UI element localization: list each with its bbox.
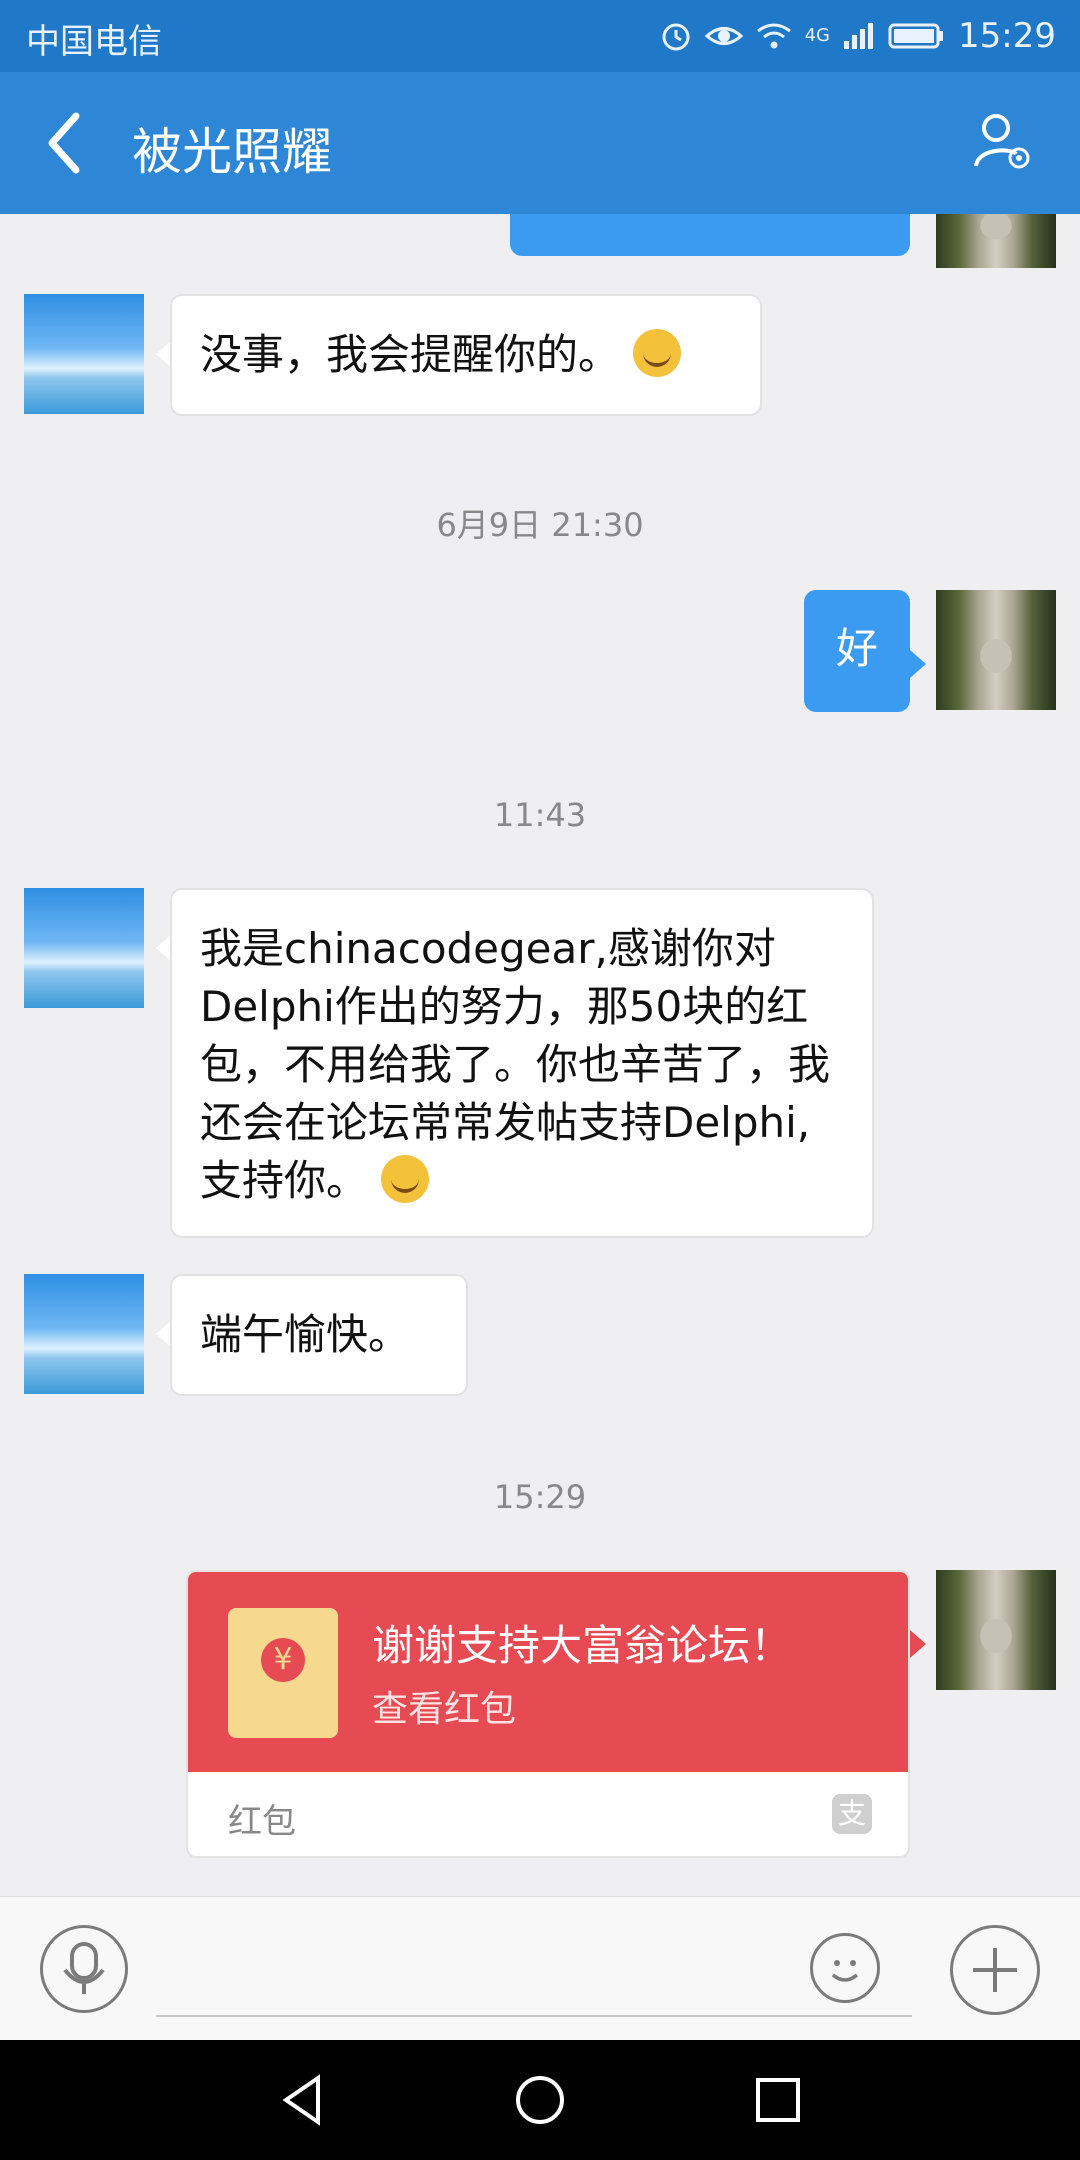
status-icons: 4G 15:29 (659, 12, 1056, 60)
microphone-icon (63, 1942, 105, 1994)
message-bubble[interactable]: 我是chinacodegear,感谢你对Delphi作出的努力，那50块的红包，… (170, 888, 874, 1238)
bubble-tail (910, 650, 926, 678)
smiley-icon (831, 1960, 859, 1982)
bubble-tail (910, 1630, 926, 1658)
plus-icon (973, 1948, 1017, 1992)
system-nav-bar (0, 2040, 1080, 2160)
my-avatar[interactable] (936, 214, 1056, 268)
red-envelope-icon: ¥ (228, 1608, 338, 1738)
timestamp: 15:29 (493, 1478, 587, 1516)
timestamp: 11:43 (493, 796, 587, 834)
more-actions-button[interactable] (950, 1925, 1040, 2015)
input-underline (156, 2015, 912, 2017)
message-bubble[interactable]: 没事，我会提醒你的。 (170, 294, 762, 416)
red-packet-title: 谢谢支持大富翁论坛！ (372, 1621, 793, 1670)
wifi-icon (756, 23, 791, 49)
chat-message-list[interactable]: 没事，我会提醒你的。 6月9日 21:30 好 11:43 我是chinacod… (0, 214, 1080, 1896)
status-bar: 中国电信 4G 15:29 (0, 0, 1080, 72)
message-bubble[interactable]: 好 (804, 590, 910, 712)
input-bar (0, 1896, 1080, 2041)
message-input[interactable] (156, 1937, 780, 2009)
contact-avatar[interactable] (24, 294, 144, 414)
contact-settings-button[interactable] (966, 108, 1036, 178)
contact-avatar[interactable] (24, 888, 144, 1008)
network-type: 4G (804, 25, 831, 46)
message-text: 没事，我会提醒你的。 (200, 330, 621, 379)
voice-input-button[interactable] (40, 1925, 128, 2013)
nav-home-icon[interactable] (510, 2070, 570, 2130)
chat-title: 被光照耀 (132, 123, 332, 181)
contact-avatar[interactable] (24, 1274, 144, 1394)
message-text: 端午愉快。 (200, 1310, 411, 1359)
message-text: 我是chinacodegear,感谢你对Delphi作出的努力，那50块的红包，… (200, 924, 831, 1205)
smile-emoji-icon (381, 1155, 430, 1203)
nav-back-icon[interactable] (274, 2070, 334, 2130)
alarm-icon (662, 23, 690, 51)
back-button[interactable] (38, 110, 98, 176)
my-avatar[interactable] (936, 590, 1056, 710)
red-packet-card[interactable]: ¥ 谢谢支持大富翁论坛！ 查看红包 红包 支 (186, 1570, 910, 1858)
message-bubble[interactable]: 端午愉快。 (170, 1274, 468, 1396)
nav-recents-icon[interactable] (748, 2070, 808, 2130)
clock: 15:29 (958, 16, 1056, 56)
carrier-label: 中国电信 (26, 22, 162, 62)
timestamp: 6月9日 21:30 (436, 506, 644, 544)
red-packet-subtitle: 查看红包 (372, 1689, 517, 1730)
yuan-icon: ¥ (261, 1638, 305, 1682)
signal-icon (844, 23, 874, 49)
battery-icon (888, 23, 944, 49)
message-bubble-partial[interactable] (510, 214, 910, 256)
emoji-button[interactable] (810, 1933, 880, 2003)
red-packet-header: ¥ 谢谢支持大富翁论坛！ 查看红包 (188, 1572, 908, 1772)
my-avatar[interactable] (936, 1570, 1056, 1690)
eye-icon (704, 27, 743, 45)
chat-header: 被光照耀 (0, 72, 1080, 214)
red-packet-label: 红包 (228, 1802, 296, 1842)
grin-emoji-icon (633, 329, 682, 377)
message-text: 好 (835, 624, 878, 673)
alipay-icon: 支 (832, 1794, 872, 1834)
